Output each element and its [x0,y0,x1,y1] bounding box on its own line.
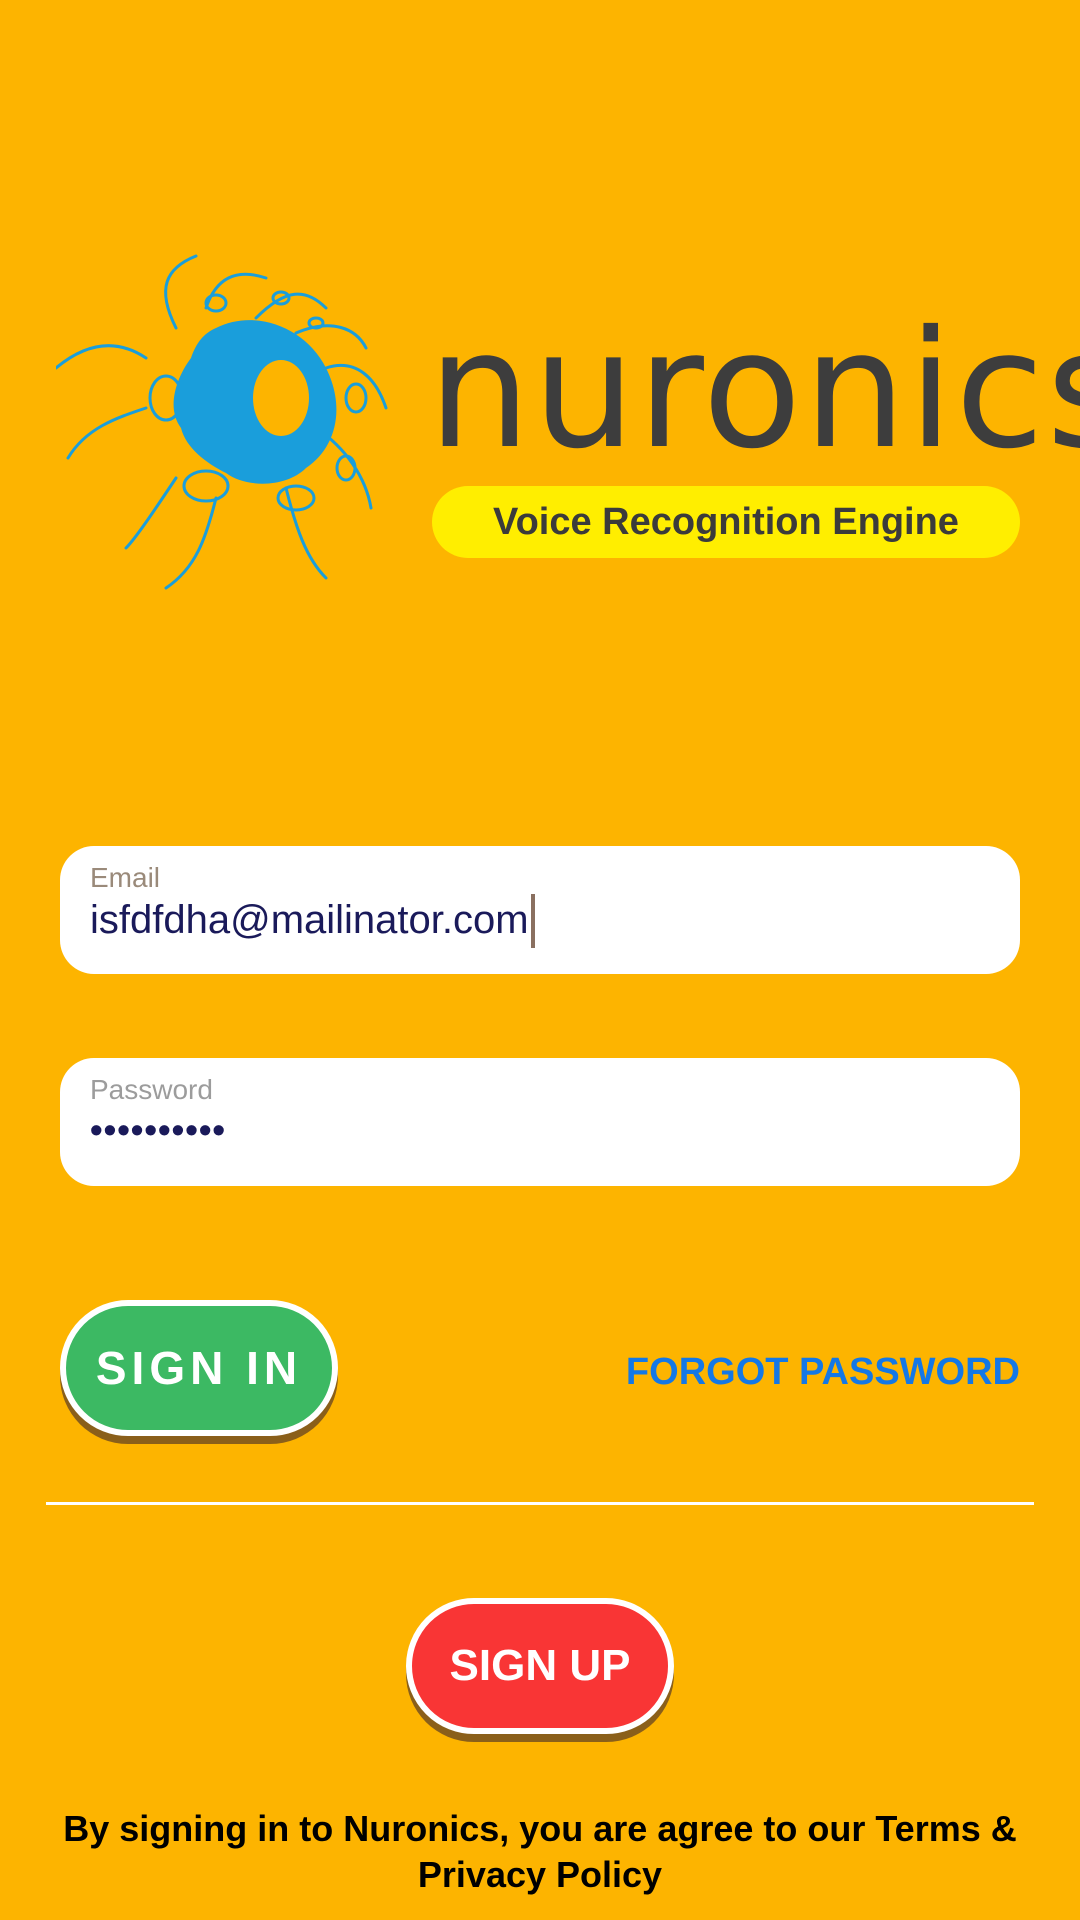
brand-logo: nuronics Voice Recognition Engine [56,248,1080,598]
divider [46,1502,1034,1505]
sign-up-button[interactable]: SIGN UP [406,1598,674,1734]
password-input-value[interactable]: •••••••••• [90,1106,226,1154]
brand-wordmark: nuronics [428,297,1080,485]
email-field[interactable]: Email isfdfdha@mailinator.com [60,846,1020,974]
password-label: Password [90,1074,213,1105]
sign-in-button[interactable]: SIGN IN [60,1300,338,1436]
forgot-password-link[interactable]: FORGOT PASSWORD [626,1348,1020,1396]
terms-text[interactable]: By signing in to Nuronics, you are agree… [40,1806,1040,1898]
password-field[interactable]: Password •••••••••• [60,1058,1020,1186]
brand-tagline: Voice Recognition Engine [432,486,1020,558]
neuron-logo-icon [56,254,388,590]
text-caret [530,894,535,948]
email-input-value[interactable]: isfdfdha@mailinator.com [90,894,529,946]
email-label: Email [90,862,161,893]
